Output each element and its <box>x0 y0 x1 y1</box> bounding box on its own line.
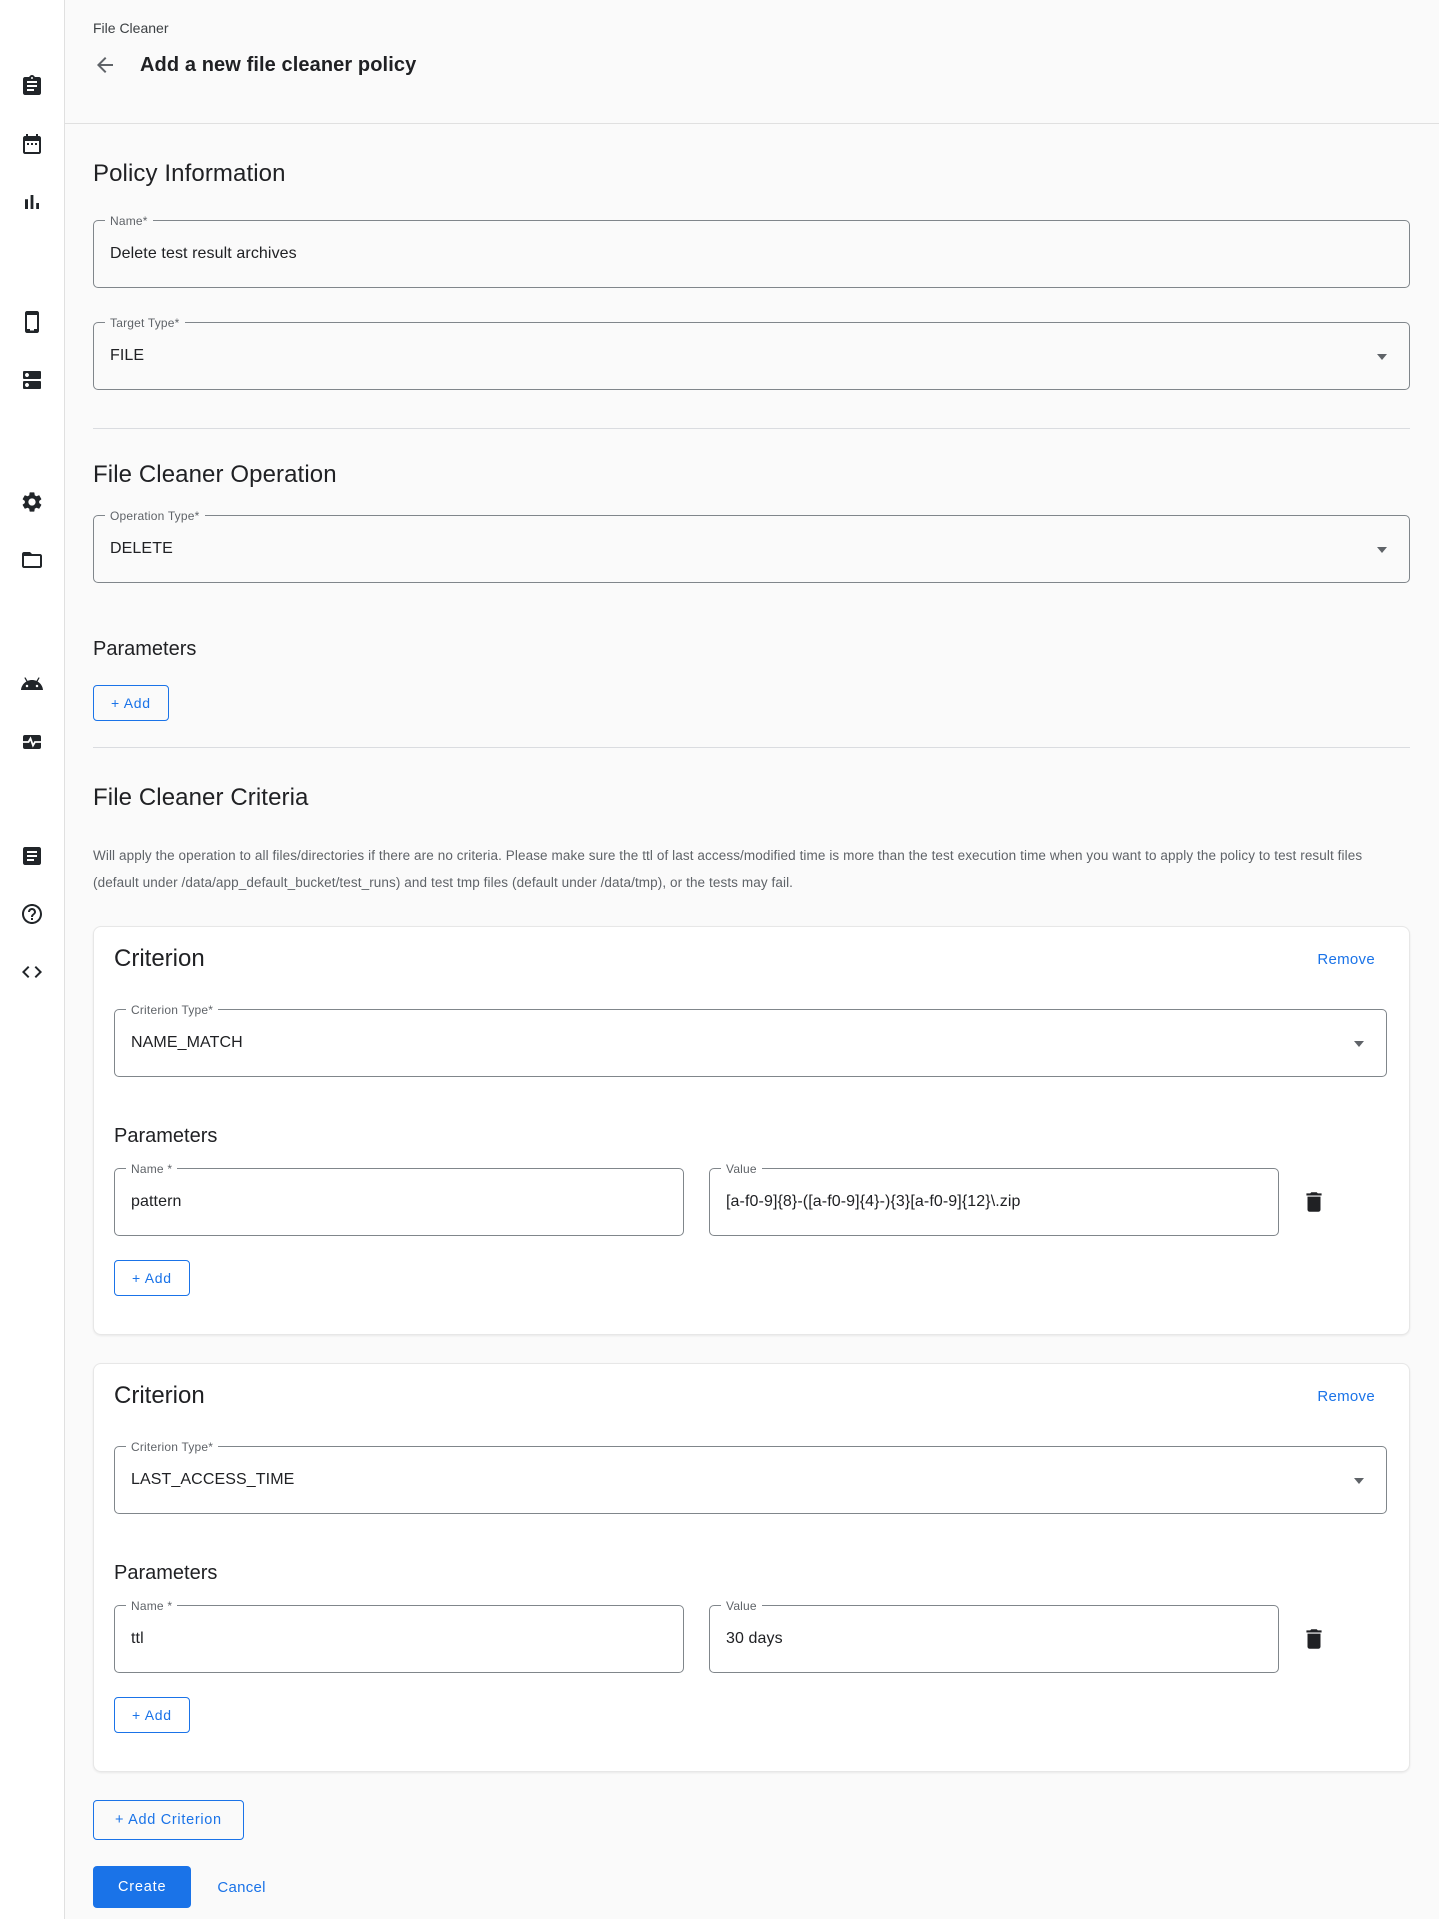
parameter-row: Name * ttl Value 30 days <box>114 1605 1387 1673</box>
form-actions: Create Cancel <box>93 1866 1410 1919</box>
sidebar-item-docs[interactable] <box>20 844 44 868</box>
remove-criterion-link[interactable]: Remove <box>1317 951 1375 968</box>
parameter-name-field[interactable]: Name * ttl <box>114 1605 684 1673</box>
sidebar-item-hosts[interactable] <box>20 368 44 392</box>
form-content: Policy Information Name* Delete test res… <box>65 124 1439 1919</box>
chevron-down-icon <box>1377 547 1387 553</box>
sidebar-item-android[interactable] <box>20 672 44 696</box>
operation-section-title: File Cleaner Operation <box>93 461 1410 489</box>
target-type-value: FILE <box>110 347 144 365</box>
parameter-name-label: Name * <box>126 1598 177 1614</box>
policy-name-field[interactable]: Name* Delete test result archives <box>93 220 1410 288</box>
trash-icon <box>1301 1189 1327 1215</box>
operation-type-value: DELETE <box>110 540 173 558</box>
bar-chart-icon <box>20 190 44 214</box>
sidebar-item-test-results[interactable] <box>20 190 44 214</box>
sidebar <box>0 0 65 1919</box>
operation-add-parameter-button[interactable]: + Add <box>93 685 169 721</box>
section-divider <box>93 747 1410 748</box>
chevron-down-icon <box>1354 1041 1364 1047</box>
criterion-type-select[interactable]: Criterion Type* NAME_MATCH <box>114 1009 1387 1077</box>
criterion-type-label: Criterion Type* <box>126 1439 218 1455</box>
parameter-value-value: [a-f0-9]{8}-([a-f0-9]{4}-){3}[a-f0-9]{12… <box>726 1193 1021 1211</box>
criterion-card: Criterion Remove Criterion Type* LAST_AC… <box>93 1363 1410 1772</box>
criteria-description: Will apply the operation to all files/di… <box>93 842 1410 896</box>
delete-parameter-button[interactable] <box>1301 1189 1327 1215</box>
criterion-type-value: LAST_ACCESS_TIME <box>131 1471 294 1489</box>
help-icon <box>20 902 44 926</box>
article-icon <box>20 844 44 868</box>
delete-parameter-button[interactable] <box>1301 1626 1327 1652</box>
arrow-back-icon <box>93 53 117 77</box>
criterion-title: Criterion <box>114 1382 205 1410</box>
operation-type-select[interactable]: Operation Type* DELETE <box>93 515 1410 583</box>
parameter-name-value: pattern <box>131 1193 182 1211</box>
sidebar-item-devices[interactable] <box>20 310 44 334</box>
monitor-pulse-icon <box>20 730 44 754</box>
sidebar-item-settings[interactable] <box>20 490 44 514</box>
main-area: File Cleaner Add a new file cleaner poli… <box>65 0 1439 1919</box>
policy-information-title: Policy Information <box>93 160 1410 188</box>
parameter-value-value: 30 days <box>726 1630 783 1648</box>
criterion-type-label: Criterion Type* <box>126 1002 218 1018</box>
create-button[interactable]: Create <box>93 1866 191 1908</box>
target-type-select[interactable]: Target Type* FILE <box>93 322 1410 390</box>
criterion-parameters-title: Parameters <box>114 1125 1387 1148</box>
assignment-icon <box>20 74 44 98</box>
criterion-type-value: NAME_MATCH <box>131 1034 243 1052</box>
remove-criterion-link[interactable]: Remove <box>1317 1388 1375 1405</box>
settings-gear-icon <box>20 490 44 514</box>
criterion-card: Criterion Remove Criterion Type* NAME_MA… <box>93 926 1410 1335</box>
criterion-parameters-title: Parameters <box>114 1562 1387 1585</box>
policy-name-value: Delete test result archives <box>110 245 297 263</box>
sidebar-item-test-plans[interactable] <box>20 132 44 156</box>
add-criterion-button[interactable]: + Add Criterion <box>93 1800 244 1840</box>
parameter-row: Name * pattern Value [a-f0-9]{8}-([a-f0-… <box>114 1168 1387 1236</box>
page-title: Add a new file cleaner policy <box>140 54 416 77</box>
operation-parameters-title: Parameters <box>93 638 1410 661</box>
back-button[interactable] <box>93 53 117 77</box>
parameter-name-value: ttl <box>131 1630 144 1648</box>
criterion-add-parameter-button[interactable]: + Add <box>114 1260 190 1296</box>
cancel-link[interactable]: Cancel <box>217 1879 266 1896</box>
criterion-add-parameter-button[interactable]: + Add <box>114 1697 190 1733</box>
sidebar-item-dev-mode[interactable] <box>20 960 44 984</box>
criterion-title: Criterion <box>114 945 205 973</box>
calendar-icon <box>20 132 44 156</box>
android-icon <box>20 672 44 696</box>
policy-name-label: Name* <box>105 213 153 229</box>
parameter-value-label: Value <box>721 1598 762 1614</box>
target-type-label: Target Type* <box>105 315 185 331</box>
chevron-down-icon <box>1377 354 1387 360</box>
parameter-value-field[interactable]: Value [a-f0-9]{8}-([a-f0-9]{4}-){3}[a-f0… <box>709 1168 1279 1236</box>
storage-icon <box>20 368 44 392</box>
chevron-down-icon <box>1354 1478 1364 1484</box>
trash-icon <box>1301 1626 1327 1652</box>
sidebar-item-file-browser[interactable] <box>20 548 44 572</box>
operation-type-label: Operation Type* <box>105 508 205 524</box>
code-icon <box>20 960 44 984</box>
sidebar-item-monitoring[interactable] <box>20 730 44 754</box>
criterion-type-select[interactable]: Criterion Type* LAST_ACCESS_TIME <box>114 1446 1387 1514</box>
parameter-name-label: Name * <box>126 1161 177 1177</box>
app-title: File Cleaner <box>93 20 1411 36</box>
page-header: File Cleaner Add a new file cleaner poli… <box>65 0 1439 124</box>
sidebar-item-tests[interactable] <box>20 74 44 98</box>
section-divider <box>93 428 1410 429</box>
folder-icon <box>20 548 44 572</box>
criteria-section-title: File Cleaner Criteria <box>93 784 1410 812</box>
sidebar-item-help[interactable] <box>20 902 44 926</box>
parameter-name-field[interactable]: Name * pattern <box>114 1168 684 1236</box>
smartphone-icon <box>20 310 44 334</box>
parameter-value-label: Value <box>721 1161 762 1177</box>
parameter-value-field[interactable]: Value 30 days <box>709 1605 1279 1673</box>
